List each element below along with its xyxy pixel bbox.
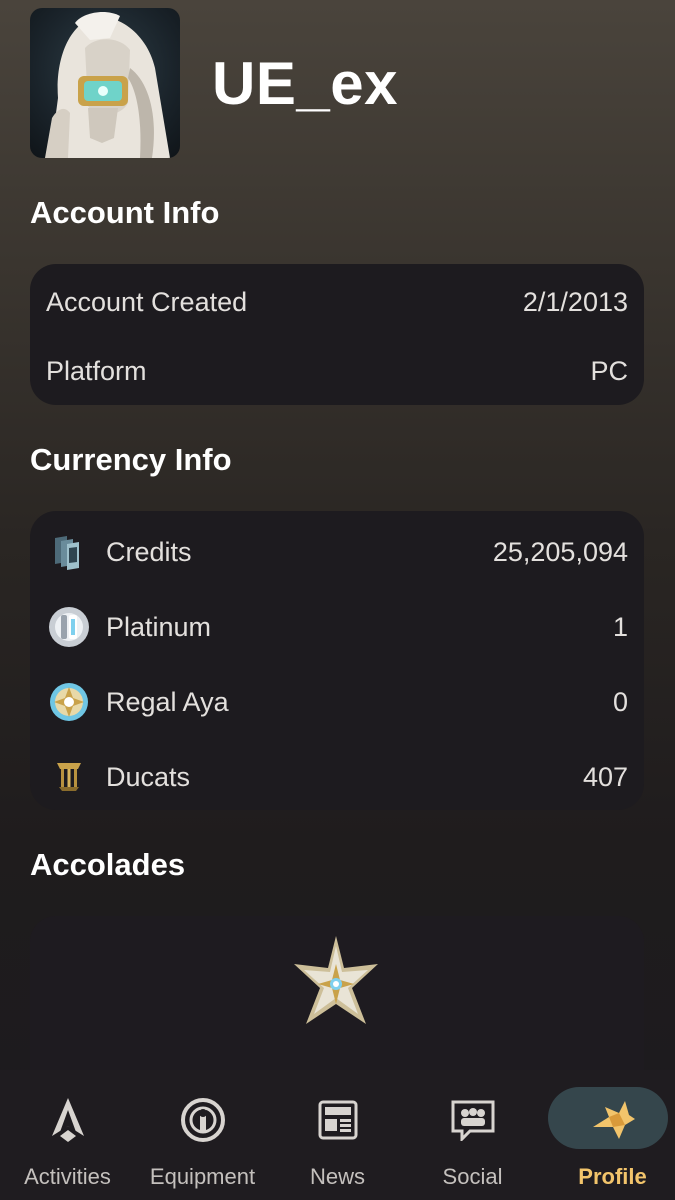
regal-aya-value: 0 [612,686,628,717]
accolade-star-icon[interactable] [288,934,384,1039]
platinum-icon [46,604,92,650]
credits-value: 25,205,094 [492,536,628,567]
ducats-value: 407 [582,761,628,792]
account-created-label: Account Created [46,286,248,317]
username: UE_ex [212,49,398,117]
nav-profile[interactable]: Profile [545,1070,675,1200]
equipment-icon [173,1090,233,1150]
platinum-value: 1 [612,611,628,642]
bottom-nav: Activities Equipment News Social Profile [0,1070,675,1200]
activities-icon [38,1090,98,1150]
account-info-title: Account Info [30,195,220,230]
nav-label-profile: Profile [578,1164,647,1189]
account-created-value: 2/1/2013 [522,286,628,317]
nav-social[interactable]: Social [405,1070,540,1200]
platinum-label: Platinum [106,611,212,642]
currency-row-regal-aya: Regal Aya 0 [46,679,628,725]
nav-label-social: Social [442,1164,503,1189]
platform-label: Platform [46,355,147,386]
nav-label-equipment: Equipment [149,1164,256,1189]
currency-info-title: Currency Info [30,442,232,477]
news-icon [308,1090,368,1150]
currency-row-platinum: Platinum 1 [46,604,628,650]
avatar[interactable] [30,8,180,158]
platform-value: PC [590,355,628,386]
regal-aya-label: Regal Aya [106,686,229,717]
social-icon [443,1090,503,1150]
profile-header: UE_ex [30,8,398,158]
credits-icon [46,529,92,575]
profile-icon [583,1090,643,1150]
currency-row-ducats: Ducats 407 [46,754,628,800]
accolades-title: Accolades [30,847,186,882]
currency-info-card: Credits 25,205,094 Platinum 1 Regal Aya … [30,511,644,810]
platform-row: Platform PC [46,351,628,391]
nav-equipment[interactable]: Equipment [135,1070,270,1200]
ducats-icon [46,754,92,800]
credits-label: Credits [106,536,192,567]
account-info-card: Account Created 2/1/2013 Platform PC [30,264,644,405]
ducats-label: Ducats [106,761,191,792]
nav-label-activities: Activities [24,1164,111,1189]
currency-row-credits: Credits 25,205,094 [46,529,628,575]
nav-news[interactable]: News [270,1070,405,1200]
account-created-row: Account Created 2/1/2013 [46,282,628,322]
nav-label-news: News [309,1164,365,1189]
regal-aya-icon [46,679,92,725]
nav-activities[interactable]: Activities [0,1070,135,1200]
